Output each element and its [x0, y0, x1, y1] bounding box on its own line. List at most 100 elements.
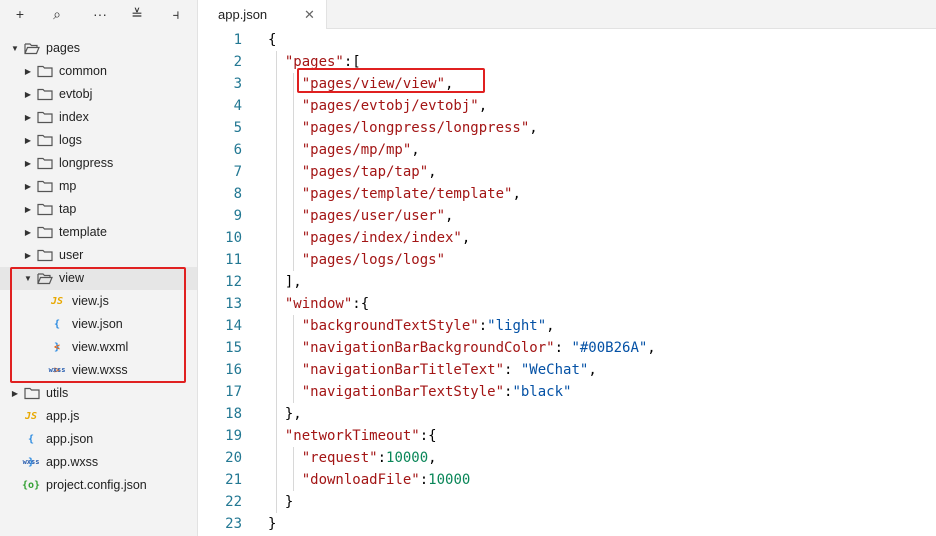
tree-label: template	[59, 225, 107, 239]
code-token: "WeChat"	[520, 362, 589, 378]
line-number: 9	[233, 208, 242, 224]
code-token: :	[554, 340, 572, 356]
code-token: 10000	[386, 450, 429, 466]
code-token: "black"	[512, 384, 572, 400]
code-line: ],	[268, 271, 302, 293]
code-line: "pages/mp/mp",	[268, 139, 420, 161]
folder-icon	[37, 157, 53, 170]
editor-tab-bar: app.json ✕	[198, 0, 936, 29]
toggle-sidebar-icon[interactable]: ⫞	[165, 4, 187, 24]
code-editor[interactable]: 1{2 "pages":[3 "pages/view/view", 4 "page…	[198, 29, 936, 536]
line-number: 20	[225, 450, 242, 466]
line-number: 4	[233, 98, 242, 114]
code-token: :	[377, 450, 387, 466]
code-token: ,	[647, 340, 656, 356]
search-icon[interactable]: ⌕	[46, 4, 68, 24]
folder-icon	[37, 65, 53, 78]
add-icon[interactable]: +	[9, 4, 31, 24]
chevron-right-icon[interactable]: ▶	[23, 244, 33, 267]
folder-icon	[37, 111, 53, 124]
code-token: "request"	[268, 450, 378, 466]
tree-folder-longpress[interactable]: ▶ longpress	[0, 152, 197, 175]
tree-file-app-wxss[interactable]: wxss app.wxss	[0, 451, 197, 474]
collapse-all-icon[interactable]: ≚	[126, 4, 148, 24]
code-line: {	[268, 29, 276, 51]
folder-icon	[37, 134, 53, 147]
chevron-right-icon[interactable]: ▶	[23, 106, 33, 129]
code-token: ,	[461, 230, 471, 246]
chevron-right-icon[interactable]: ▶	[23, 129, 33, 152]
folder-icon	[37, 226, 53, 239]
code-token: "networkTimeout"	[268, 428, 420, 444]
code-line: "pages/index/index",	[268, 227, 471, 249]
tree-folder-utils[interactable]: ▶ utils	[0, 382, 197, 405]
tree-label: logs	[59, 133, 82, 147]
tree-folder-evtobj[interactable]: ▶ evtobj	[0, 83, 197, 106]
code-token: ,	[428, 164, 437, 180]
tree-label: tap	[59, 202, 77, 216]
tree-folder-user[interactable]: ▶ user	[0, 244, 197, 267]
code-token: ,	[588, 362, 597, 378]
tree-folder-logs[interactable]: ▶ logs	[0, 129, 197, 152]
line-number: 15	[225, 340, 242, 356]
code-line: "pages/template/template",	[268, 183, 521, 205]
tree-folder-template[interactable]: ▶ template	[0, 221, 197, 244]
tree-folder-mp[interactable]: ▶ mp	[0, 175, 197, 198]
line-number: 16	[225, 362, 242, 378]
code-token: "pages/evtobj/evtobj"	[268, 98, 479, 114]
line-number: 1	[233, 32, 242, 48]
code-line: "pages/user/user",	[268, 205, 454, 227]
code-line: }	[268, 513, 276, 535]
chevron-right-icon[interactable]: ▶	[23, 175, 33, 198]
code-token: ,	[445, 208, 454, 224]
code-token: "pages/longpress/longpress"	[268, 120, 530, 136]
code-token: "pages/index/index"	[268, 230, 462, 246]
tree-folder-tap[interactable]: ▶ tap	[0, 198, 197, 221]
code-token: 10000	[428, 472, 471, 488]
chevron-right-icon[interactable]: ▶	[23, 198, 33, 221]
line-number: 17	[225, 384, 242, 400]
code-token: ,	[546, 318, 555, 334]
code-token: "pages/logs/logs"	[268, 252, 446, 268]
code-line: "request":10000,	[268, 447, 437, 469]
line-number: 19	[225, 428, 242, 444]
line-number: 21	[225, 472, 242, 488]
tree-file-app-json[interactable]: { } app.json	[0, 428, 197, 468]
line-number: 2	[233, 54, 242, 70]
chevron-down-icon[interactable]: ▼	[10, 37, 20, 60]
tab-app-json[interactable]: app.json ✕	[198, 0, 327, 29]
chevron-right-icon[interactable]: ▶	[23, 83, 33, 106]
tree-label: mp	[59, 179, 77, 193]
tree-label: evtobj	[59, 87, 93, 101]
folder-icon	[37, 203, 53, 216]
tree-file-project-config-json[interactable]: {o} project.config.json	[0, 474, 197, 497]
code-line: "downloadFile":10000	[268, 469, 471, 491]
tree-label: pages	[46, 41, 81, 55]
chevron-right-icon[interactable]: ▶	[23, 221, 33, 244]
folder-open-icon	[24, 43, 40, 55]
file-explorer: + ⌕ ··· ≚ ⫞ ▼ pages ▶ common ▶ evtobj ▶ index ▶ logs ▶…	[0, 0, 198, 536]
chevron-right-icon[interactable]: ▶	[23, 152, 33, 175]
tree-label: project.config.json	[46, 478, 147, 492]
tree-label: app.json	[46, 432, 94, 446]
tree-file-app-js[interactable]: JS app.js	[0, 405, 197, 428]
tree-label: utils	[46, 386, 69, 400]
line-number: 18	[225, 406, 242, 422]
folder-icon	[37, 249, 53, 262]
code-line: "networkTimeout":{	[268, 425, 437, 447]
tree-folder-pages[interactable]: ▼ pages	[0, 37, 197, 60]
tree-folder-index[interactable]: ▶ index	[0, 106, 197, 129]
code-token: "navigationBarTextStyle"	[268, 384, 505, 400]
chevron-right-icon[interactable]: ▶	[10, 382, 20, 405]
code-token: "pages/tap/tap"	[268, 164, 429, 180]
cfg-file-icon: {o}	[22, 480, 41, 491]
tree-folder-common[interactable]: ▶ common	[0, 60, 197, 83]
code-token: {	[268, 32, 277, 48]
line-number: 14	[225, 318, 242, 334]
wxss-file-icon: wxss	[22, 458, 40, 466]
more-icon[interactable]: ···	[89, 4, 111, 24]
chevron-right-icon[interactable]: ▶	[23, 60, 33, 83]
line-number: 10	[225, 230, 242, 246]
code-line: "pages/logs/logs"	[268, 249, 445, 271]
close-icon[interactable]: ✕	[304, 0, 315, 29]
